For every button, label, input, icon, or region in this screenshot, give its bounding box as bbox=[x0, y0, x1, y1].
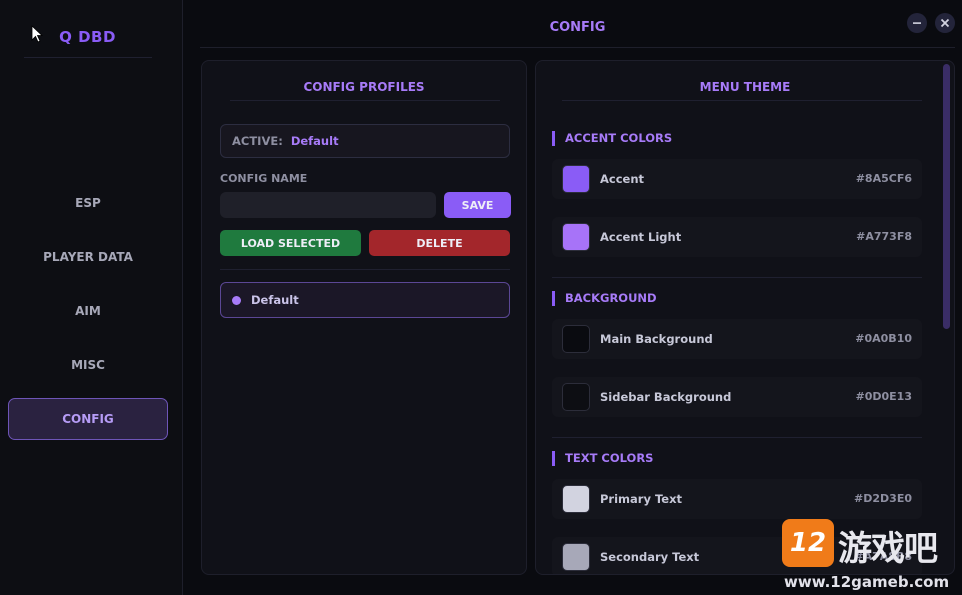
color-hex: #A773F8 bbox=[856, 230, 912, 243]
config-name-input[interactable] bbox=[220, 192, 436, 218]
divider bbox=[200, 47, 955, 48]
divider bbox=[24, 57, 152, 58]
color-row-sidebar-background[interactable]: Sidebar Background #0D0E13 bbox=[552, 377, 922, 417]
section-title-background: BACKGROUND bbox=[552, 291, 657, 306]
divider bbox=[552, 277, 922, 278]
color-swatch[interactable] bbox=[562, 383, 590, 411]
sidebar-item-aim[interactable]: AIM bbox=[8, 290, 168, 332]
watermark-url: www.12gameb.com bbox=[784, 573, 950, 591]
color-row-primary-text[interactable]: Primary Text #D2D3E0 bbox=[552, 479, 922, 519]
sidebar: Q DBD ESP PLAYER DATA AIM MISC CONFIG bbox=[0, 0, 183, 595]
sidebar-item-label: MISC bbox=[71, 358, 105, 372]
sidebar-item-label: ESP bbox=[75, 196, 101, 210]
config-profiles-panel: CONFIG PROFILES ACTIVE: Default CONFIG N… bbox=[201, 60, 527, 575]
active-label: ACTIVE: bbox=[232, 134, 283, 148]
minimize-icon bbox=[913, 22, 921, 24]
panel-title: CONFIG PROFILES bbox=[303, 80, 425, 94]
minimize-button[interactable] bbox=[907, 13, 927, 33]
active-profile-box: ACTIVE: Default bbox=[220, 124, 510, 158]
color-swatch[interactable] bbox=[562, 223, 590, 251]
divider bbox=[220, 269, 510, 270]
color-swatch[interactable] bbox=[562, 485, 590, 513]
color-name: Accent Light bbox=[600, 230, 682, 244]
section-title-text-colors: TEXT COLORS bbox=[552, 451, 653, 466]
color-name: Accent bbox=[600, 172, 645, 186]
watermark-logo: 12 bbox=[782, 519, 834, 567]
color-name: Primary Text bbox=[600, 492, 682, 506]
active-profile-value: Default bbox=[290, 134, 339, 148]
panel-title: MENU THEME bbox=[699, 80, 791, 94]
watermark-text: 游戏吧 bbox=[838, 529, 938, 569]
color-row-accent-light[interactable]: Accent Light #A773F8 bbox=[552, 217, 922, 257]
config-name-label: CONFIG NAME bbox=[220, 172, 308, 185]
close-button[interactable] bbox=[935, 13, 955, 33]
color-hex: #D2D3E0 bbox=[854, 492, 912, 505]
sidebar-item-label: PLAYER DATA bbox=[43, 250, 133, 264]
profile-list-item[interactable]: Default bbox=[220, 282, 510, 318]
color-name: Sidebar Background bbox=[600, 390, 732, 404]
color-name: Secondary Text bbox=[600, 550, 700, 564]
selected-dot-icon bbox=[232, 295, 241, 305]
divider bbox=[230, 100, 500, 101]
page-title: CONFIG bbox=[549, 20, 606, 35]
delete-button[interactable]: DELETE bbox=[369, 230, 510, 256]
section-title-accent-colors: ACCENT COLORS bbox=[552, 131, 672, 146]
sidebar-item-esp[interactable]: ESP bbox=[8, 182, 168, 224]
divider bbox=[552, 437, 922, 438]
color-swatch[interactable] bbox=[562, 165, 590, 193]
scrollbar[interactable] bbox=[943, 64, 950, 329]
divider bbox=[562, 100, 922, 101]
color-row-main-background[interactable]: Main Background #0A0B10 bbox=[552, 319, 922, 359]
sidebar-item-config[interactable]: CONFIG bbox=[8, 398, 168, 440]
save-button[interactable]: SAVE bbox=[444, 192, 511, 218]
close-icon bbox=[940, 18, 950, 28]
color-hex: #0A0B10 bbox=[855, 332, 912, 345]
load-selected-button[interactable]: LOAD SELECTED bbox=[220, 230, 361, 256]
color-name: Main Background bbox=[600, 332, 713, 346]
sidebar-item-misc[interactable]: MISC bbox=[8, 344, 168, 386]
sidebar-item-label: AIM bbox=[75, 304, 101, 318]
color-swatch[interactable] bbox=[562, 325, 590, 353]
color-row-accent[interactable]: Accent #8A5CF6 bbox=[552, 159, 922, 199]
brand-title: Q DBD bbox=[59, 28, 116, 46]
color-hex: #8A5CF6 bbox=[855, 172, 912, 185]
color-swatch[interactable] bbox=[562, 543, 590, 571]
sidebar-item-label: CONFIG bbox=[62, 412, 114, 426]
color-hex: #0D0E13 bbox=[855, 390, 912, 403]
profile-name: Default bbox=[251, 293, 299, 307]
watermark: 12 游戏吧 www.12gameb.com bbox=[780, 515, 958, 593]
sidebar-item-player-data[interactable]: PLAYER DATA bbox=[8, 236, 168, 278]
menu-theme-panel: MENU THEME ACCENT COLORS Accent #8A5CF6 … bbox=[535, 60, 955, 575]
